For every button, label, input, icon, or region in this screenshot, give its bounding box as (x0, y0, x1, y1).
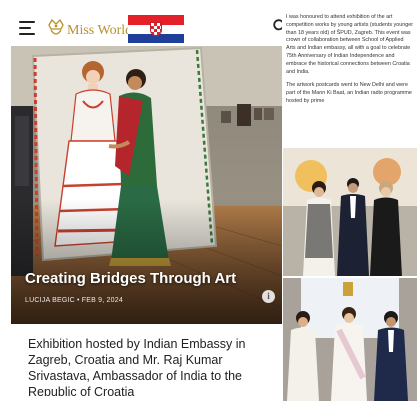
article-caption: Exhibition hosted by Indian Embassy in Z… (28, 337, 246, 396)
search-icon[interactable] (273, 19, 282, 33)
side-article-text: I was honoured to attend exhibition of t… (286, 14, 414, 112)
side-paragraph-1: I was honoured to attend exhibition of t… (286, 14, 414, 75)
crown-logo-icon[interactable] (46, 16, 66, 40)
event-group-photo-1 (283, 148, 417, 276)
hero-image[interactable]: Creating Bridges Through Art LUCIJA BEGI… (11, 46, 282, 324)
event-group-photo-2 (283, 278, 417, 401)
info-icon[interactable]: i (262, 290, 275, 303)
brand-name[interactable]: Miss World (67, 23, 132, 39)
hero-author-date: LUCIJA BEGIC • FEB 9, 2024 (25, 297, 123, 304)
hero-title[interactable]: Creating Bridges Through Art (25, 270, 236, 287)
hamburger-menu-icon[interactable] (19, 21, 37, 35)
side-paragraph-2: The artwork postcards went to New Delhi … (286, 82, 412, 104)
app-header: Miss World (11, 10, 282, 46)
croatia-flag-icon (128, 15, 184, 43)
article-screenshot: Miss World Creating Bridges Through Art … (11, 10, 282, 396)
